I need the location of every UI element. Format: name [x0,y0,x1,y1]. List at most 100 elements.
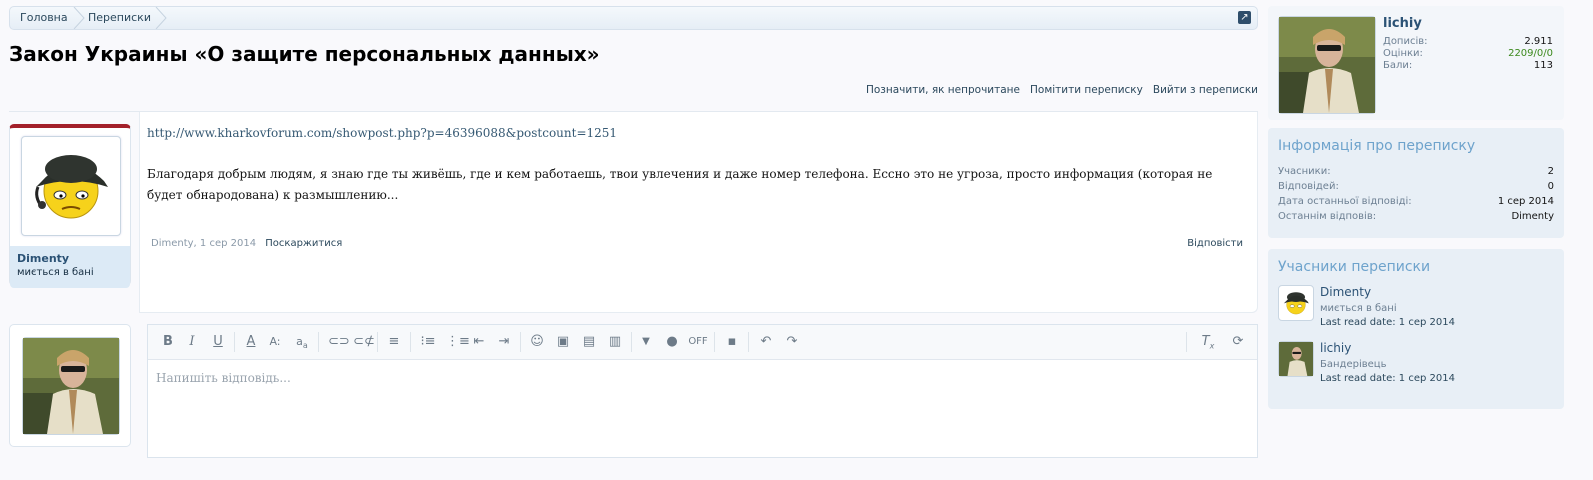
toolbar-divider [234,332,235,352]
breadcrumb-separator-icon [155,7,167,29]
info-value: 1 сер 2014 [1497,196,1554,207]
stat-row: Оцінки: 2209/0/0 [1383,48,1553,60]
message-body [139,112,1258,313]
toggle-bbcode-icon[interactable]: ⟳ [1230,335,1246,349]
breadcrumb-conversations[interactable]: Переписки [78,7,151,29]
avatar[interactable] [22,337,120,435]
bold-icon[interactable]: B [160,335,176,349]
breadcrumb-home[interactable]: Головна [10,7,68,29]
save-draft-icon[interactable]: ▪ [724,335,740,349]
stat-value: 2209/0/0 [1508,48,1553,59]
reply-input[interactable]: Напишіть відповідь... [156,371,291,385]
participant-item: lichiy Бандерівець Last read date: 1 сер… [1278,341,1554,397]
font-color-icon[interactable]: A [243,335,259,349]
star-conversation-link[interactable]: Помітити переписку [1030,84,1143,96]
avatar[interactable] [1278,285,1314,321]
remove-format-icon[interactable]: Tx [1200,335,1216,354]
info-row: Останнім відповів: Dimenty [1278,209,1554,224]
stat-row: Дописів: 2.911 [1383,36,1553,48]
conversation-info-heading: Інформація про переписку [1278,138,1476,154]
media-icon[interactable]: ▤ [581,335,597,349]
visitor-username[interactable]: lichiy [1383,16,1422,31]
participants-block: Учасники переписки Dimenty миється в бан… [1268,249,1564,409]
image-icon[interactable]: ▣ [555,335,571,349]
report-link[interactable]: Поскаржитися [265,238,342,249]
breadcrumb: Головна Переписки ↗ [9,6,1258,30]
message-url-link[interactable]: http://www.kharkovforum.com/showpost.php… [147,126,617,140]
participant-item: Dimenty миється в бані Last read date: 1… [1278,285,1554,341]
underline-icon[interactable]: U [210,335,226,349]
info-row: Учасники: 2 [1278,164,1554,179]
message-user-block: Dimenty миється в бані [9,124,131,288]
message: Dimenty миється в бані http://www.kharko… [9,111,1258,313]
info-row: Відповідей: 0 [1278,179,1554,194]
stat-label: Дописів: [1383,36,1428,47]
info-value: 0 [1547,181,1554,192]
stat-value: 113 [1533,60,1553,71]
participant-last-read: Last read date: 1 сер 2014 [1320,317,1455,328]
user-photo-avatar [1279,17,1375,113]
info-label: Відповідей: [1278,181,1339,192]
user-photo-avatar [23,338,119,434]
stat-row: Бали: 113 [1383,60,1553,72]
reply-link[interactable]: Відповісти [1187,238,1243,249]
dropdown-icon[interactable]: ▼ [638,335,654,349]
reply-editor: B I U A A: aa ⊂⊃ ⊂⊄ ≡ ⁝≡ ⋮≡ ⇤ ⇥ ☺ ▣ ▤ ▥ … [147,324,1258,458]
avatar[interactable] [1278,341,1314,377]
stat-label: Оцінки: [1383,48,1423,59]
smiley-avatar-icon [1283,292,1309,315]
stat-label: Бали: [1383,60,1413,71]
visitor-panel: lichiy Дописів: 2.911 Оцінки: 2209/0/0 Б… [1268,6,1564,120]
link-icon[interactable]: ⊂⊃ [328,335,350,349]
participant-title: миється в бані [1320,303,1397,314]
message-author-title: миється в бані [17,267,94,278]
participants-heading: Учасники переписки [1278,259,1431,275]
bullet-list-icon[interactable]: ⁝≡ [420,335,436,349]
info-label: Учасники: [1278,166,1331,177]
undo-icon[interactable]: ↶ [758,335,774,349]
info-label: Останнім відповів: [1278,211,1377,222]
location-toggle-label[interactable]: OFF [684,335,712,349]
italic-icon[interactable]: I [184,335,200,349]
participant-name[interactable]: lichiy [1320,341,1351,355]
toolbar-divider [714,332,715,352]
message-meta: Dimenty, 1 сер 2014 Поскаржитися [151,238,342,249]
toolbar-divider [410,332,411,352]
unlink-icon[interactable]: ⊂⊄ [353,335,375,349]
smiley-avatar-icon [35,155,108,219]
info-value[interactable]: Dimenty [1511,209,1554,224]
toolbar-divider [520,332,521,352]
page-title: Закон Украины «О защите персональных дан… [9,42,600,66]
outdent-icon[interactable]: ⇤ [471,335,487,349]
number-list-icon[interactable]: ⋮≡ [446,335,470,349]
location-icon[interactable]: ● [664,335,680,349]
info-value: 2 [1547,166,1554,177]
visitor-stats: Дописів: 2.911 Оцінки: 2209/0/0 Бали: 11… [1383,36,1553,72]
user-photo-avatar [1279,342,1313,376]
mark-unread-link[interactable]: Позначити, як непрочитане [866,84,1020,96]
toolbar-divider [1186,332,1187,352]
avatar[interactable] [1278,16,1376,114]
smilie-icon[interactable]: ☺ [529,335,545,349]
jump-to-icon[interactable]: ↗ [1238,11,1251,24]
message-author[interactable]: Dimenty [17,252,123,265]
toolbar-divider [318,332,319,352]
avatar[interactable] [21,136,121,236]
indent-icon[interactable]: ⇥ [496,335,512,349]
conversation-info-block: Інформація про переписку Учасники: 2 Від… [1268,128,1564,238]
conversation-actions: Позначити, як непрочитане Помітити переп… [866,84,1258,96]
redo-icon[interactable]: ↷ [784,335,800,349]
more-icon[interactable]: ▥ [607,335,623,349]
toolbar-divider [631,332,632,352]
font-size-icon[interactable]: A: [267,335,283,349]
align-icon[interactable]: ≡ [386,335,402,349]
message-date[interactable]: Dimenty, 1 сер 2014 [151,238,256,249]
info-row: Дата останньої відповіді: 1 сер 2014 [1278,194,1554,209]
stat-value[interactable]: 2.911 [1524,36,1553,48]
toolbar-divider [748,332,749,352]
reply-user-block [9,324,131,447]
participant-name[interactable]: Dimenty [1320,285,1371,299]
leave-conversation-link[interactable]: Вийти з переписки [1153,84,1258,96]
font-family-icon[interactable]: aa [294,335,310,353]
info-label: Дата останньої відповіді: [1278,196,1412,207]
